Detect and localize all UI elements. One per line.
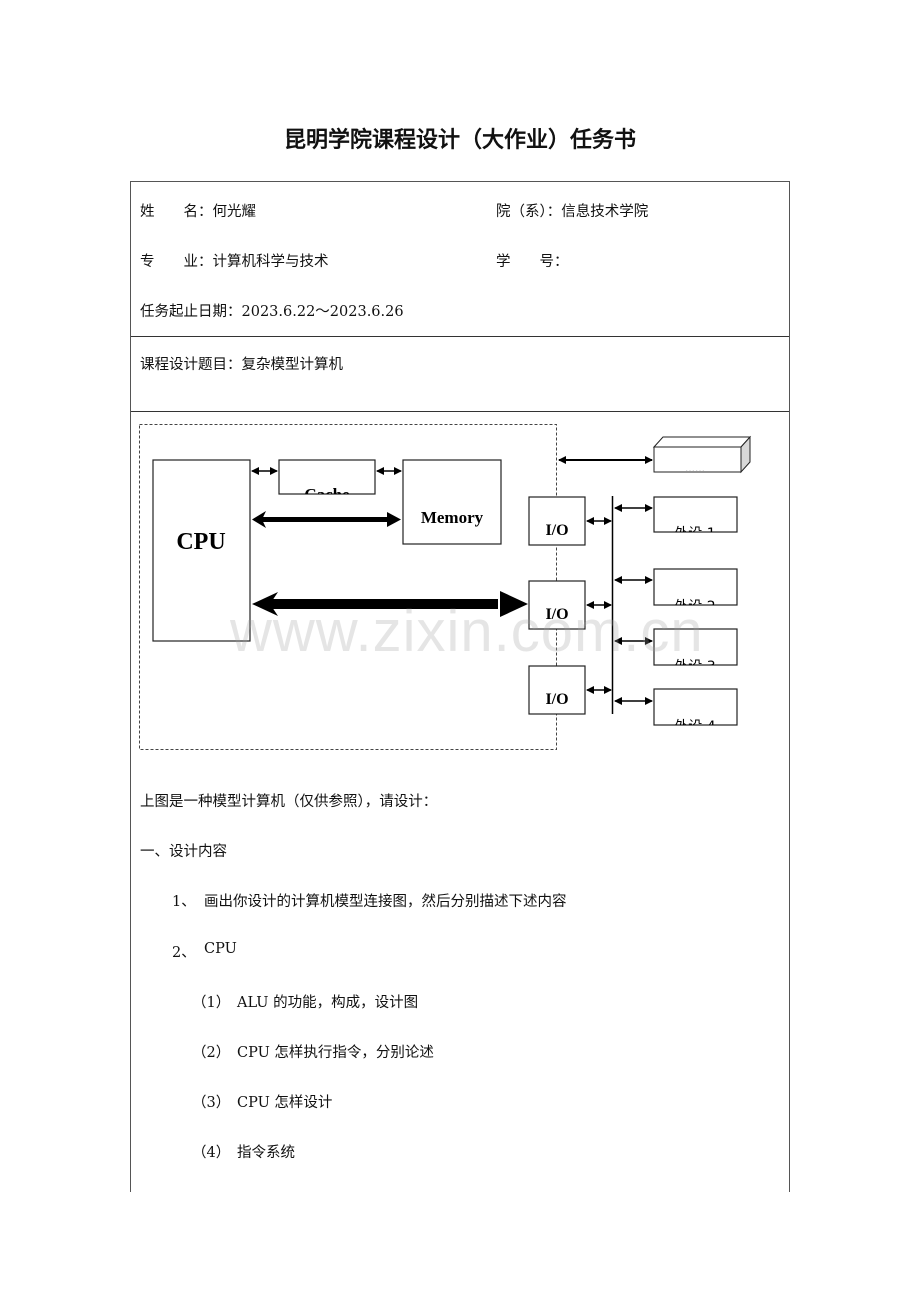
external-device-label: …… (685, 464, 705, 475)
list-item-number: 1、 (172, 894, 196, 910)
io-block-1: I/O (528, 496, 586, 546)
subitem-text: ALU 的功能，构成，设计图 (237, 995, 419, 1011)
list-item-text: CPU (204, 941, 237, 957)
computer-model-diagram: CPU Cache Memory I/O I/O I/O 外设 1 外设 2 外… (139, 424, 752, 750)
subitem-number: （2） (192, 1045, 231, 1061)
peripheral-label-4: 外设 4 (674, 719, 715, 735)
subitem-number: （4） (192, 1145, 231, 1161)
peripheral-block-3: 外设 3 (653, 628, 738, 675)
memory-label: Memory (421, 508, 484, 527)
intro-text: 上图是一种模型计算机（仅供参照），请设计： (140, 794, 438, 810)
peripheral-label-1: 外设 1 (674, 526, 715, 542)
cpu-block: CPU (152, 459, 251, 642)
subitem-text: CPU 怎样设计 (237, 1095, 333, 1111)
io-label-1: I/O (545, 522, 568, 539)
list-item-text: 画出你设计的计算机模型连接图，然后分别描述下述内容 (204, 894, 567, 910)
subitem-number: （1） (192, 995, 231, 1011)
cpu-label: CPU (176, 529, 225, 555)
section-heading: 一、设计内容 (140, 844, 227, 860)
cache-block: Cache (278, 459, 376, 495)
io-block-2: I/O (528, 580, 586, 630)
peripheral-label-2: 外设 2 (674, 599, 715, 615)
peripheral-block-1: 外设 1 (653, 496, 738, 542)
cpu-memory-arrow (252, 511, 401, 528)
cpu-io-bus-arrow (252, 591, 528, 617)
subitem-text: CPU 怎样执行指令，分别论述 (237, 1045, 434, 1061)
external-device-block: …… (652, 435, 752, 475)
memory-block: Memory (402, 459, 502, 545)
peripheral-block-4: 外设 4 (653, 688, 738, 735)
peripheral-block-2: 外设 2 (653, 568, 738, 615)
io-block-3: I/O (528, 665, 586, 715)
io-label-2: I/O (545, 606, 568, 623)
peripheral-label-3: 外设 3 (674, 659, 715, 675)
io-label-3: I/O (545, 691, 568, 708)
list-item-number: 2、 (172, 945, 196, 961)
subitem-number: （3） (192, 1095, 231, 1111)
subitem-text: 指令系统 (237, 1145, 295, 1161)
